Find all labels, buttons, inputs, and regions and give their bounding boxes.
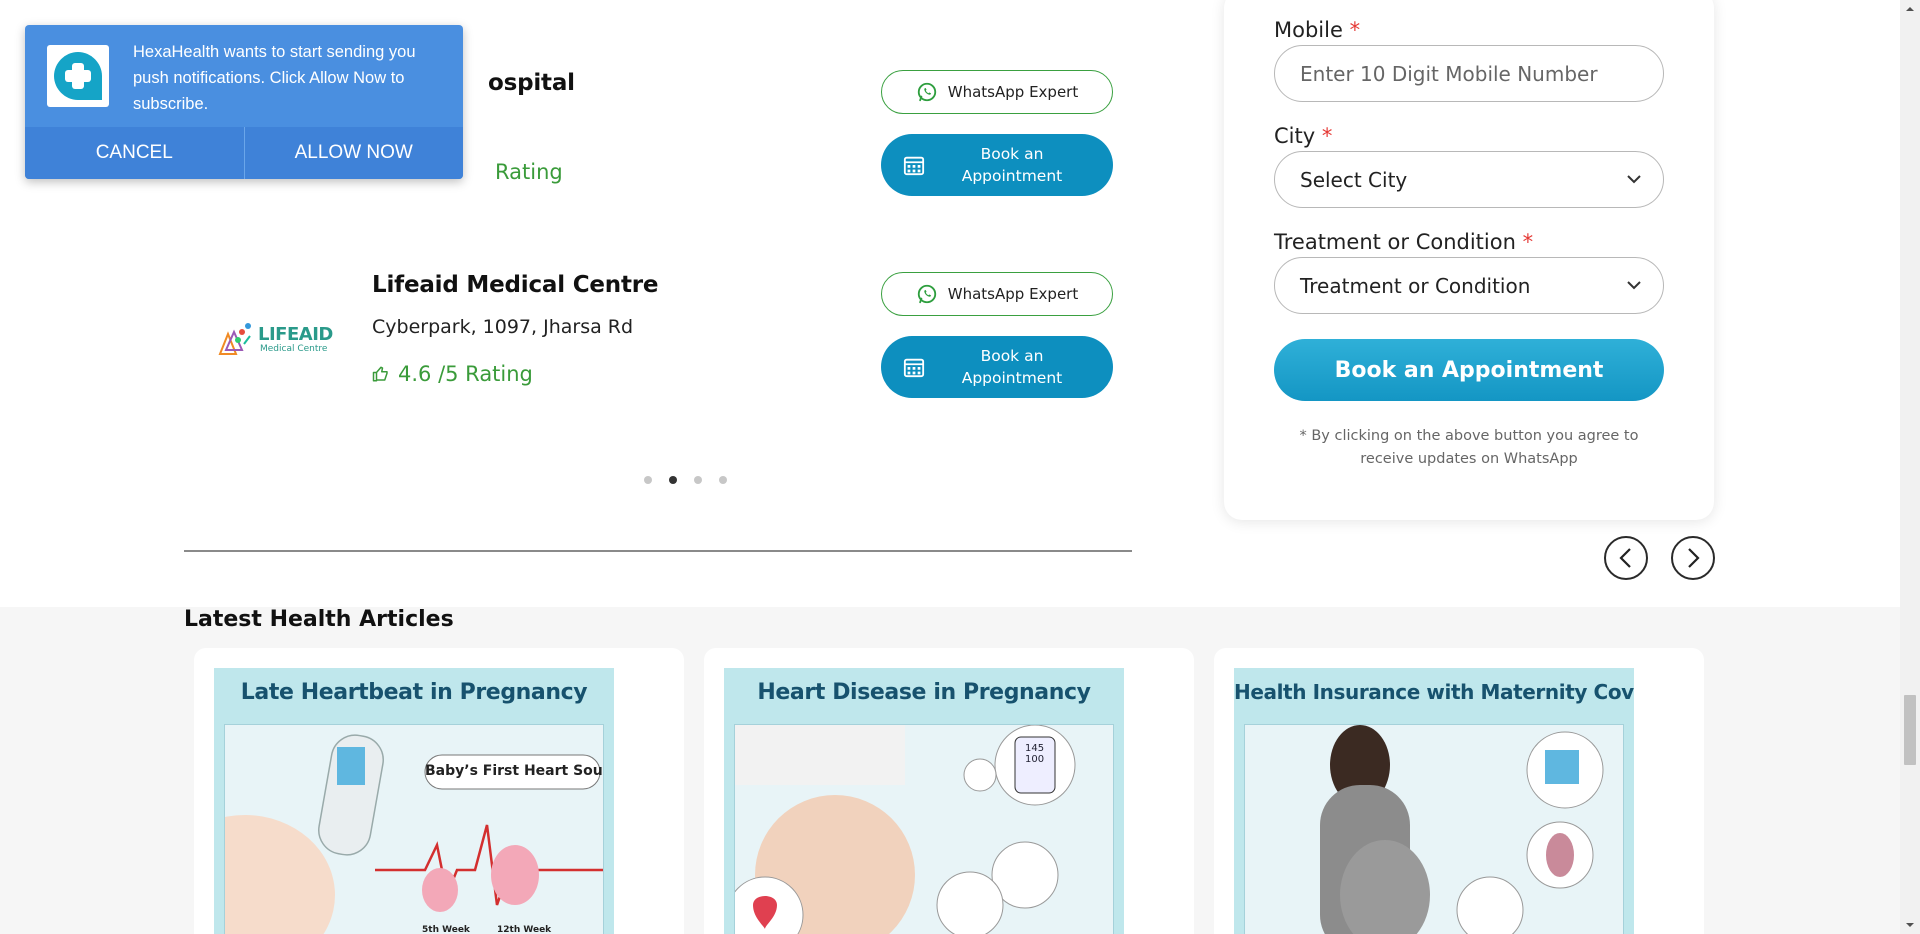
rating-text: 4.6 /5 Rating	[398, 362, 533, 386]
mobile-label: Mobile *	[1274, 18, 1361, 42]
hexahealth-plus-icon	[54, 52, 102, 100]
book-appointment-button[interactable]: Book an Appointment	[881, 134, 1113, 196]
logo-subtext: Medical Centre	[260, 344, 328, 354]
cancel-button[interactable]: CANCEL	[25, 127, 245, 179]
book-appointment-button[interactable]: Book an Appointment	[881, 336, 1113, 398]
butterfly-logo-icon	[218, 323, 251, 355]
book-appointment-label: Book an Appointment	[961, 347, 1063, 387]
notification-message: HexaHealth wants to start sending you pu…	[133, 43, 416, 113]
article-card[interactable]: Late Heartbeat in Pregnancy Baby’s First…	[194, 648, 684, 934]
whatsapp-expert-label: WhatsApp Expert	[947, 285, 1079, 303]
carousel-prev-button[interactable]	[1604, 536, 1648, 580]
carousel-dot[interactable]	[694, 476, 702, 484]
calendar-icon	[903, 156, 925, 176]
notification-actions: CANCEL ALLOW NOW	[25, 127, 463, 179]
scroll-up-icon[interactable]	[1900, 0, 1920, 17]
city-label: City *	[1274, 124, 1333, 148]
city-select[interactable]: Select City	[1274, 151, 1664, 208]
logo-text: LIFEAID	[258, 324, 333, 345]
carousel-dot-active[interactable]	[669, 476, 677, 484]
whatsapp-expert-button[interactable]: WhatsApp Expert	[881, 272, 1113, 316]
whatsapp-expert-label: WhatsApp Expert	[947, 83, 1079, 101]
article-image-title: Health Insurance with Maternity Cover	[1234, 680, 1634, 704]
chevron-down-icon	[1627, 175, 1641, 184]
hexahealth-logo	[47, 45, 109, 107]
required-mark: *	[1522, 230, 1534, 254]
chevron-right-icon	[1688, 548, 1700, 568]
chevron-down-icon	[1627, 281, 1641, 290]
mobile-input[interactable]	[1274, 45, 1664, 102]
article-image[interactable]: Health Insurance with Maternity Cover	[1234, 668, 1634, 934]
form-book-appointment-button[interactable]: Book an Appointment	[1274, 339, 1664, 401]
rating-text: Rating	[495, 160, 563, 184]
hospital-address: Cyberpark, 1097, Jharsa Rd	[372, 316, 634, 338]
article-image[interactable]: Late Heartbeat in Pregnancy Baby’s First…	[214, 668, 614, 934]
scrollbar-thumb[interactable]	[1904, 695, 1916, 765]
page-scrollbar[interactable]	[1900, 0, 1920, 934]
article-image[interactable]: Heart Disease in Pregnancy 145 100	[724, 668, 1124, 934]
whatsapp-expert-button[interactable]: WhatsApp Expert	[881, 70, 1113, 114]
carousel-dot[interactable]	[644, 476, 652, 484]
book-appointment-label: Book an Appointment	[961, 145, 1063, 185]
articles-heading: Latest Health Articles	[184, 607, 454, 632]
article-illustration: Baby’s First Heart Sound 5th Week 12th W…	[224, 724, 604, 934]
appointment-form-card: Mobile * City * Select City Treatment or…	[1224, 0, 1714, 520]
article-illustration: 145 100	[734, 724, 1114, 934]
article-card[interactable]: Health Insurance with Maternity Cover	[1214, 648, 1704, 934]
calendar-icon	[903, 358, 925, 378]
allow-now-button[interactable]: ALLOW NOW	[245, 127, 464, 179]
treatment-select[interactable]: Treatment or Condition	[1274, 257, 1664, 314]
carousel-pagination	[644, 476, 727, 484]
illustration-label: 12th Week	[497, 925, 552, 934]
city-select-value: Select City	[1300, 167, 1408, 192]
thumbs-up-icon	[372, 366, 388, 382]
carousel-dot[interactable]	[719, 476, 727, 484]
article-card[interactable]: Heart Disease in Pregnancy 145 100	[704, 648, 1194, 934]
hospital-name[interactable]: ospital	[488, 70, 575, 96]
monitor-readout: 145 100	[1025, 743, 1045, 765]
treatment-label: Treatment or Condition *	[1274, 230, 1534, 254]
required-mark: *	[1349, 18, 1361, 42]
hospital-logo: LIFEAID Medical Centre	[214, 310, 334, 370]
illustration-label: 5th Week	[422, 925, 470, 934]
hospital-rating: 4.6 /5 Rating	[372, 362, 533, 386]
whatsapp-icon	[917, 82, 936, 102]
article-illustration	[1244, 724, 1624, 934]
hospital-name[interactable]: Lifeaid Medical Centre	[372, 272, 658, 298]
illustration-callout: Baby’s First Heart Sound	[425, 763, 604, 779]
scroll-down-icon[interactable]	[1900, 917, 1920, 934]
section-divider	[184, 550, 1132, 552]
article-image-title: Heart Disease in Pregnancy	[757, 680, 1091, 705]
whatsapp-consent-text: * By clicking on the above button you ag…	[1299, 428, 1639, 467]
carousel-next-button[interactable]	[1671, 536, 1715, 580]
hospital-rating: Rating	[495, 160, 563, 184]
required-mark: *	[1321, 124, 1333, 148]
latest-articles-section: Latest Health Articles Late Heartbeat in…	[0, 607, 1900, 934]
treatment-select-value: Treatment or Condition	[1300, 273, 1531, 298]
push-notification-prompt: HexaHealth wants to start sending you pu…	[25, 25, 463, 179]
whatsapp-icon	[917, 284, 936, 304]
article-image-title: Late Heartbeat in Pregnancy	[240, 680, 588, 705]
chevron-left-icon	[1619, 548, 1631, 568]
